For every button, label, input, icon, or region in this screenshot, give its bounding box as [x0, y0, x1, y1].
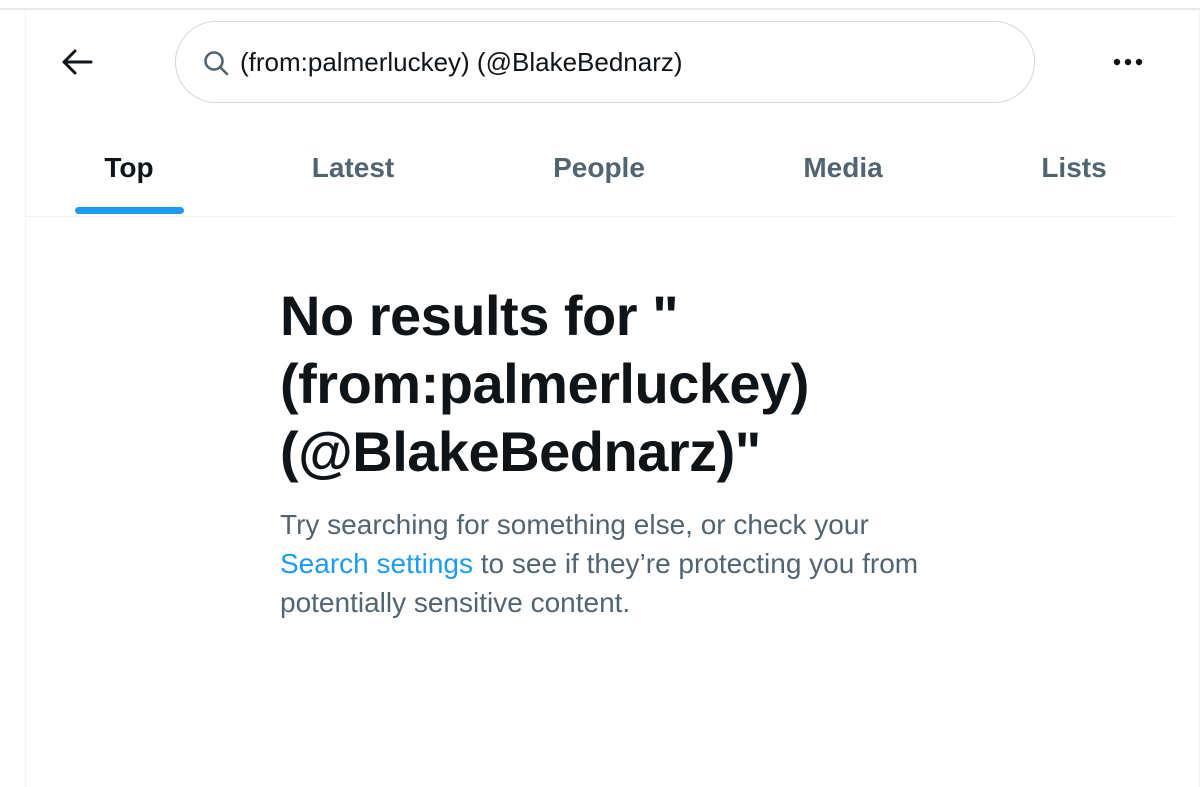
search-box[interactable] [175, 21, 1035, 103]
search-input[interactable] [240, 40, 1000, 84]
description-text-before: Try searching for something else, or che… [280, 509, 869, 540]
tab-latest[interactable]: Latest [288, 120, 418, 216]
active-tab-indicator [75, 207, 184, 214]
search-icon [204, 51, 229, 76]
empty-state-description: Try searching for something else, or che… [280, 505, 940, 622]
arrow-left-icon [62, 49, 93, 75]
empty-state-title: No results for "(from:palmerluckey) (@Bl… [280, 284, 809, 483]
tab-lists[interactable]: Lists [1026, 120, 1122, 216]
tab-media[interactable]: Media [778, 120, 908, 216]
tab-top[interactable]: Top [74, 120, 184, 216]
search-tabs: Top Latest People Media Lists [26, 120, 1174, 217]
more-horizontal-icon [1113, 58, 1143, 66]
more-button[interactable] [1100, 42, 1156, 82]
search-settings-link[interactable]: Search settings [280, 548, 473, 579]
tab-people[interactable]: People [532, 120, 666, 216]
back-button[interactable] [46, 40, 108, 84]
